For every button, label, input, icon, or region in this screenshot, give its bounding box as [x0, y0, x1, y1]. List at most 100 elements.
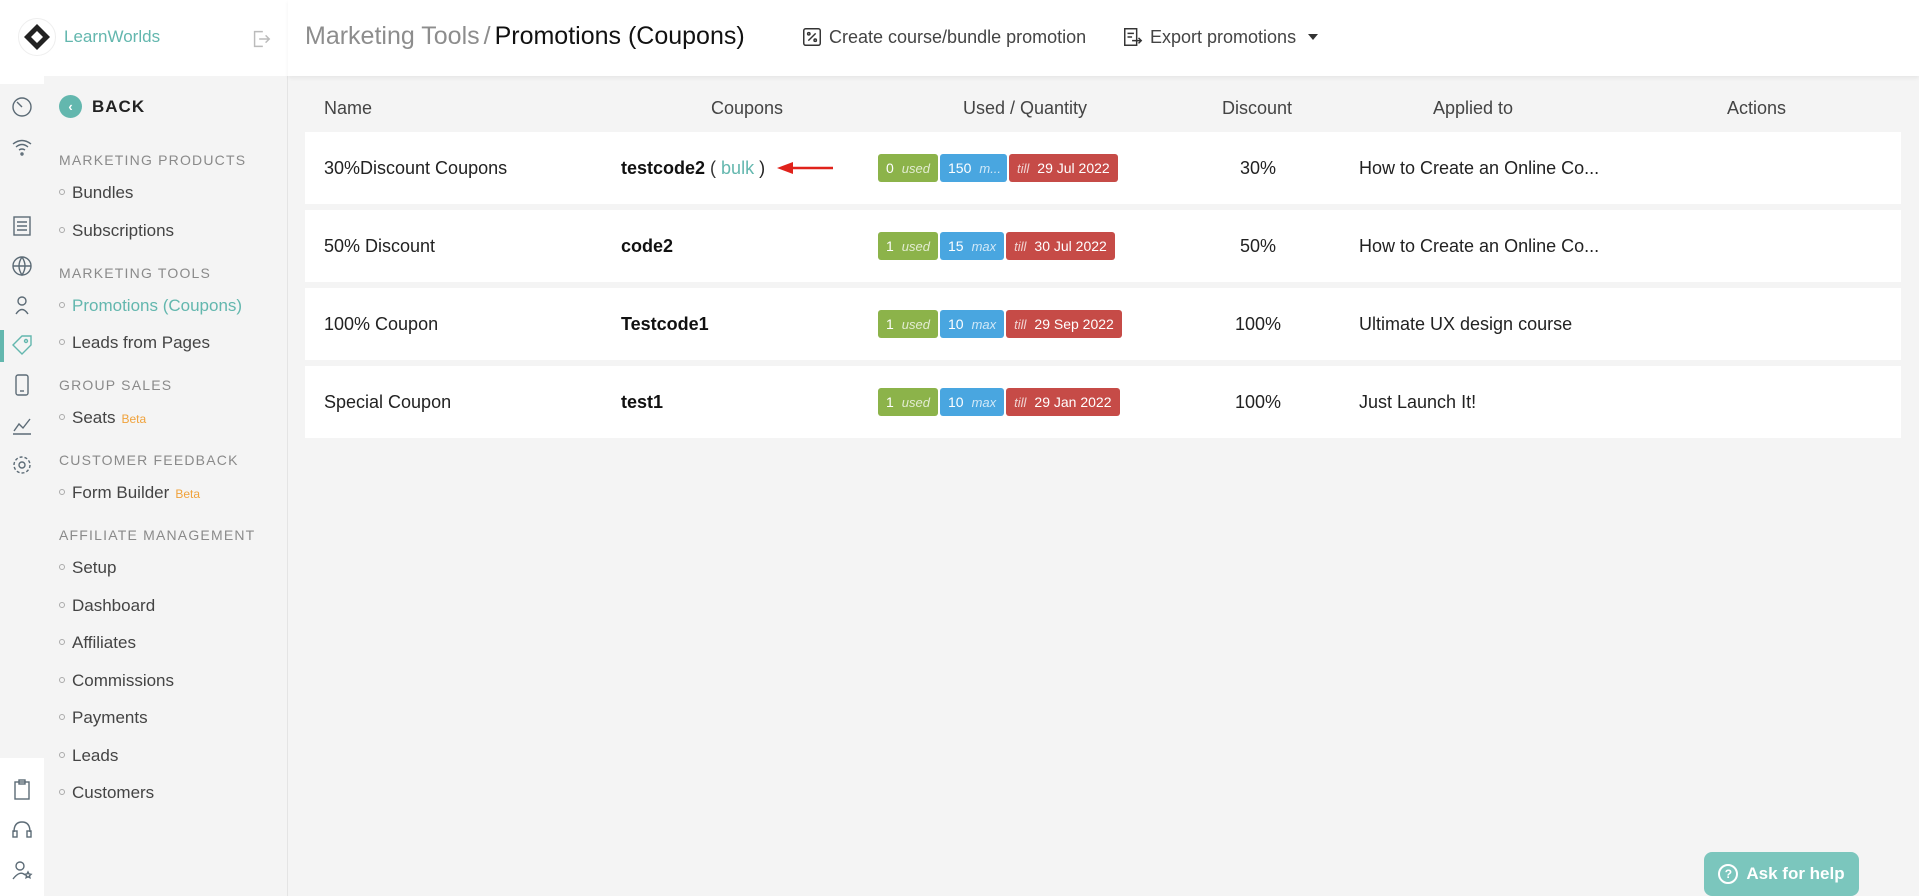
- promotion-name: 50% Discount: [324, 235, 436, 256]
- beta-badge: Beta: [121, 412, 147, 426]
- quantity-count: 150: [948, 160, 972, 176]
- bullet: [59, 414, 65, 420]
- usage-cell: 1 used 15 max till 30 Jul 2022: [878, 210, 1115, 282]
- ask-for-help-button[interactable]: ? Ask for help: [1704, 852, 1859, 896]
- table-header: Name Coupons Used / Quantity Discount Ap…: [305, 98, 1901, 132]
- list-icon[interactable]: [10, 214, 34, 238]
- sidebar-item-customers[interactable]: Customers: [59, 783, 154, 803]
- learnworlds-logo[interactable]: [18, 18, 56, 56]
- bullet: [59, 189, 65, 195]
- used-badge: 1 used: [878, 388, 938, 416]
- bulk-link[interactable]: bulk: [721, 158, 754, 179]
- mobile-icon[interactable]: [10, 373, 34, 397]
- icon-rail: [0, 0, 44, 896]
- applied-to-value[interactable]: Ultimate UX design course: [1359, 288, 1572, 360]
- used-label: used: [901, 316, 930, 332]
- sidebar-item-subscriptions[interactable]: Subscriptions: [59, 221, 174, 241]
- promotion-name: 30%Discount Coupons: [324, 157, 508, 178]
- coupon-code[interactable]: test1: [621, 392, 663, 413]
- sidebar-item-leads[interactable]: Leads: [59, 746, 118, 766]
- column-coupons: Coupons: [711, 98, 784, 118]
- discount-value: 100%: [1235, 313, 1282, 334]
- breadcrumb-parent[interactable]: Marketing Tools: [305, 22, 480, 50]
- globe-icon[interactable]: [10, 254, 34, 278]
- sidebar-item-promotions[interactable]: Promotions (Coupons): [59, 296, 242, 316]
- applied-to-value[interactable]: Just Launch It!: [1359, 366, 1476, 438]
- quantity-badge: 150 m...: [940, 154, 1007, 182]
- quantity-label: max: [971, 394, 997, 410]
- speedometer-icon[interactable]: [10, 95, 34, 119]
- coupon-code[interactable]: Testcode1: [621, 314, 709, 335]
- section-group-sales: GROUP SALES: [59, 377, 173, 393]
- bullet: [59, 302, 65, 308]
- sidebar-item-payments[interactable]: Payments: [59, 708, 148, 728]
- sidebar-item-bundles[interactable]: Bundles: [59, 183, 133, 203]
- table-row[interactable]: Special Coupon test1 1 used 10 max till 29 …: [305, 366, 1901, 438]
- till-label: till: [1017, 160, 1030, 176]
- applied-to-value[interactable]: How to Create an Online Co...: [1359, 132, 1599, 204]
- bullet: [59, 714, 65, 720]
- breadcrumb: Marketing Tools / Promotions (Coupons): [305, 22, 745, 51]
- brand-name: LearnWorlds: [64, 27, 161, 46]
- back-button[interactable]: ‹ BACK: [59, 95, 145, 118]
- export-promotions-label: Export promotions: [1150, 26, 1297, 47]
- quantity-count: 10: [948, 316, 964, 332]
- section-marketing-products: MARKETING PRODUCTS: [59, 152, 247, 168]
- column-discount: Discount: [1222, 98, 1293, 118]
- bullet: [59, 752, 65, 758]
- till-label: till: [1014, 238, 1027, 254]
- sidebar-item-label: Leads: [72, 746, 119, 765]
- bullet: [59, 639, 65, 645]
- section-marketing-tools: MARKETING TOOLS: [59, 265, 212, 281]
- expiry-date: 29 Sep 2022: [1034, 316, 1114, 332]
- coupon-code[interactable]: code2: [621, 236, 673, 257]
- sidebar-item-form-builder[interactable]: Form Builder Beta: [59, 483, 200, 503]
- wifi-icon[interactable]: [10, 135, 34, 159]
- sidebar-item-leads-from-pages[interactable]: Leads from Pages: [59, 333, 210, 353]
- applied-to-value[interactable]: How to Create an Online Co...: [1359, 210, 1599, 282]
- chart-icon[interactable]: [10, 413, 34, 437]
- headset-icon[interactable]: [10, 818, 34, 842]
- tag-icon[interactable]: [10, 333, 34, 357]
- gear-icon[interactable]: [10, 453, 34, 477]
- export-promotions-button[interactable]: Export promotions: [1122, 26, 1319, 48]
- column-used-quantity: Used / Quantity: [963, 98, 1088, 118]
- promotion-name: Special Coupon: [324, 391, 452, 412]
- question-icon: ?: [1718, 864, 1739, 884]
- promotion-name: 100% Coupon: [324, 313, 439, 334]
- bulk-paren-close: ): [759, 157, 766, 178]
- bullet: [59, 227, 65, 233]
- sidebar-item-label: Bundles: [72, 183, 134, 202]
- sidebar-item-label: Form Builder: [72, 483, 170, 502]
- usage-cell: 0 used 150 m... till 29 Jul 2022: [878, 132, 1118, 204]
- table-row[interactable]: 30%Discount Coupons testcode2 (bulk) 0 us…: [305, 132, 1901, 204]
- till-label: till: [1014, 316, 1027, 332]
- sidebar-item-setup[interactable]: Setup: [59, 558, 116, 578]
- quantity-badge: 10 max: [940, 388, 1005, 416]
- person-icon[interactable]: [10, 293, 34, 317]
- table-row[interactable]: 100% Coupon Testcode1 1 used 10 max till 29…: [305, 288, 1901, 360]
- used-badge: 1 used: [878, 232, 938, 260]
- logout-icon[interactable]: [250, 28, 272, 50]
- discount-value: 50%: [1240, 235, 1277, 256]
- used-label: used: [901, 394, 930, 410]
- create-promotion-button[interactable]: Create course/bundle promotion: [801, 26, 1086, 48]
- sidebar-item-commissions[interactable]: Commissions: [59, 671, 174, 691]
- section-affiliate-management: AFFILIATE MANAGEMENT: [59, 527, 256, 543]
- sidebar-item-seats[interactable]: Seats Beta: [59, 408, 146, 428]
- used-count: 1: [886, 316, 894, 332]
- bullet: [59, 789, 65, 795]
- table-row[interactable]: 50% Discount code2 1 used 15 max till 30 Ju…: [305, 210, 1901, 282]
- coupon-cell: Testcode1: [621, 288, 709, 360]
- bullet: [59, 564, 65, 570]
- quantity-count: 10: [948, 394, 964, 410]
- coupon-code[interactable]: testcode2: [621, 158, 705, 179]
- bulk-paren-open: (: [710, 157, 717, 178]
- chevron-down-icon: [1308, 34, 1319, 40]
- sidebar-item-affiliates[interactable]: Affiliates: [59, 633, 136, 653]
- page-title: Promotions (Coupons): [494, 22, 745, 50]
- clipboard-icon[interactable]: [10, 778, 34, 802]
- sidebar-item-dashboard[interactable]: Dashboard: [59, 596, 155, 616]
- user-star-icon[interactable]: [10, 858, 34, 882]
- used-label: used: [901, 160, 930, 176]
